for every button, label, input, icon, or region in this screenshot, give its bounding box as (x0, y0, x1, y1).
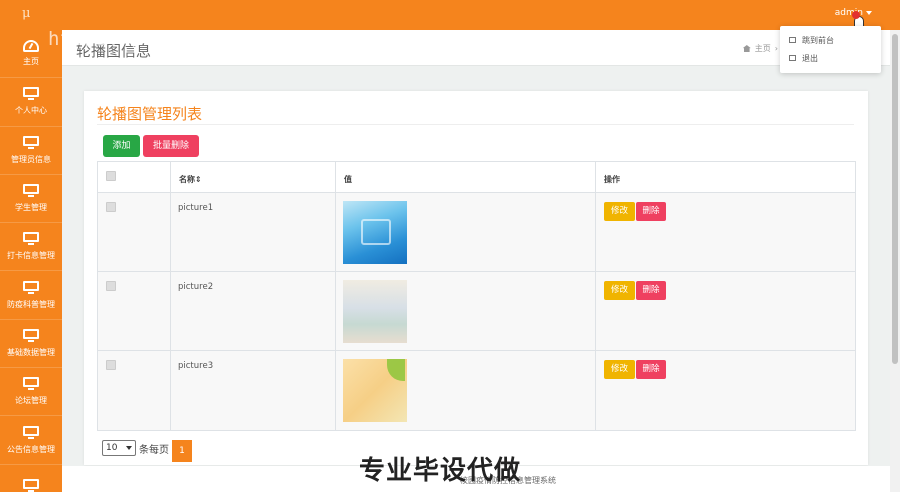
sidebar-item-label: 个人中心 (15, 106, 47, 116)
row-name: picture3 (178, 361, 214, 371)
sort-icon: ⇕ (195, 175, 202, 184)
sidebar-item-checkin[interactable]: 打卡信息管理 (0, 223, 62, 272)
carousel-thumbnail (343, 359, 407, 422)
row-checkbox[interactable] (106, 360, 116, 370)
sidebar-item-label: 基础数据管理 (7, 347, 55, 357)
dropdown-item-label: 跳到前台 (802, 35, 834, 45)
per-page-label: 条每页 (139, 444, 169, 456)
sidebar-item-epidemic-science[interactable]: 防疫科普管理 (0, 271, 62, 320)
edit-button[interactable]: 修改 (604, 360, 635, 379)
sign-in-icon (789, 37, 796, 43)
monitor-icon (23, 479, 39, 492)
edit-button[interactable]: 修改 (604, 281, 635, 300)
home-icon (742, 45, 751, 52)
header-actions: 操作 (604, 175, 620, 184)
page-size-value: 10 (106, 443, 118, 453)
monitor-icon (23, 232, 39, 246)
edit-button[interactable]: 修改 (604, 202, 635, 221)
header-name-cell[interactable]: 名称⇕ (171, 162, 336, 192)
sidebar: 主页 个人中心 管理员信息 学生管理 打卡信息管理 防疫科普管理 基础数据管理 … (0, 30, 62, 492)
row-checkbox[interactable] (106, 281, 116, 291)
sidebar-item-label: 打卡信息管理 (7, 251, 55, 261)
sidebar-item-label: 公告信息管理 (7, 444, 55, 454)
divider (97, 124, 854, 125)
delete-button[interactable]: 删除 (636, 281, 666, 300)
sidebar-item-label: 学生管理 (15, 203, 47, 213)
table-header-row: 名称⇕ 值 操作 (98, 162, 855, 193)
page-scrollbar[interactable] (890, 30, 900, 492)
monitor-icon (23, 425, 39, 440)
app-logo: μ (22, 6, 31, 21)
breadcrumb-separator: › (774, 44, 778, 53)
dropdown-item-frontend[interactable]: 跳到前台 (780, 31, 881, 49)
caret-down-icon (866, 11, 872, 15)
add-button[interactable]: 添加 (103, 135, 140, 157)
card-title: 轮播图管理列表 (97, 105, 203, 123)
carousel-list-card: 轮播图管理列表 添加 批量删除 名称⇕ 值 操作 picture1 修改 删除 … (84, 91, 868, 465)
table-row: picture1 修改 删除 (98, 193, 855, 272)
row-name: picture1 (178, 203, 214, 213)
promo-text: 专业毕设代做 (359, 456, 522, 486)
sidebar-item-label: 主页 (23, 57, 39, 67)
monitor-icon (23, 184, 39, 198)
monitor-icon (23, 377, 39, 391)
monitor-icon (23, 328, 39, 343)
sidebar-item-announcements[interactable]: 公告信息管理 (0, 416, 62, 465)
pagination-bar: 10 条每页 (102, 440, 169, 456)
header-select-cell (98, 162, 171, 192)
sidebar-item-students[interactable]: 学生管理 (0, 175, 62, 224)
delete-button[interactable]: 删除 (636, 202, 666, 221)
carousel-thumbnail (343, 280, 407, 343)
header-value: 值 (344, 175, 352, 184)
breadcrumb-home[interactable]: 主页 (755, 43, 771, 54)
sign-out-icon (789, 55, 796, 61)
sidebar-item-label: 管理员信息 (11, 154, 51, 164)
sidebar-item-forum[interactable]: 论坛管理 (0, 368, 62, 417)
header-name: 名称 (179, 175, 195, 184)
scrollbar-thumb[interactable] (892, 34, 898, 364)
dashboard-icon (23, 40, 39, 53)
table-row: picture3 修改 删除 (98, 351, 855, 430)
table-row: picture2 修改 删除 (98, 272, 855, 351)
row-checkbox[interactable] (106, 202, 116, 212)
header-value-cell: 值 (336, 162, 596, 192)
batch-delete-button[interactable]: 批量删除 (143, 135, 199, 157)
sidebar-item-admin-info[interactable]: 管理员信息 (0, 127, 62, 175)
chevron-down-icon (126, 446, 132, 450)
watermark-url: https://www.huzhan.com/ishop39397 (48, 28, 442, 50)
page-number-button[interactable]: 1 (172, 440, 192, 462)
delete-button[interactable]: 删除 (636, 360, 666, 379)
top-navbar: μ admin (0, 0, 900, 30)
header-actions-cell: 操作 (596, 162, 855, 192)
user-dropdown-menu: 跳到前台 退出 (780, 26, 881, 73)
dropdown-item-logout[interactable]: 退出 (780, 49, 881, 67)
dropdown-item-label: 退出 (802, 53, 818, 63)
sidebar-item-more[interactable] (0, 465, 62, 492)
monitor-icon (23, 87, 39, 101)
carousel-table: 名称⇕ 值 操作 picture1 修改 删除 picture2 修改 删除 p… (97, 161, 856, 431)
sidebar-item-label: 论坛管理 (15, 396, 47, 406)
page-size-select[interactable]: 10 (102, 440, 136, 456)
monitor-icon (23, 135, 39, 150)
monitor-icon (23, 280, 39, 295)
sidebar-item-base-data[interactable]: 基础数据管理 (0, 320, 62, 369)
carousel-thumbnail (343, 201, 407, 264)
row-name: picture2 (178, 282, 214, 292)
sidebar-item-personal-center[interactable]: 个人中心 (0, 78, 62, 127)
select-all-checkbox[interactable] (106, 171, 116, 181)
sidebar-item-label: 防疫科普管理 (7, 299, 55, 309)
